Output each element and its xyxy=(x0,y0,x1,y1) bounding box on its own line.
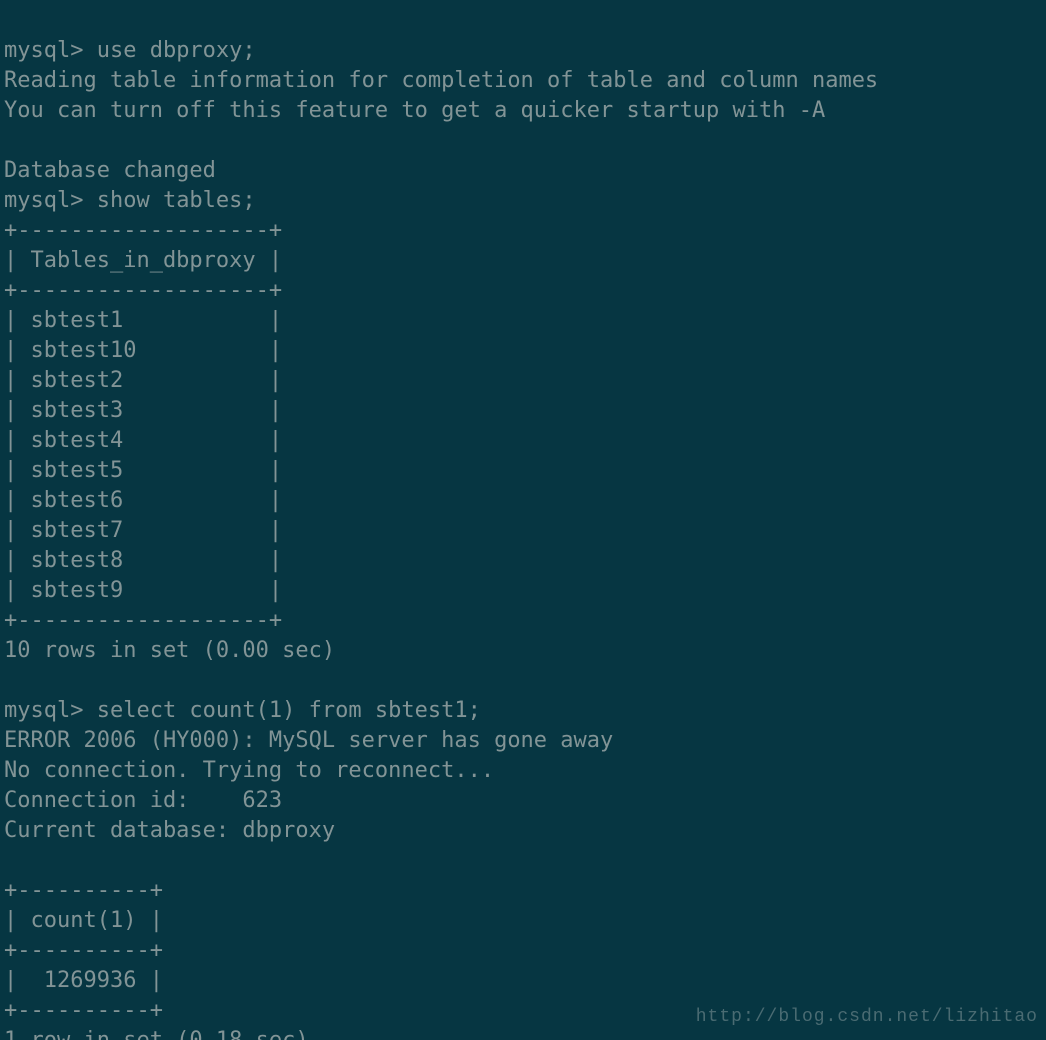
table-row: | sbtest7 | xyxy=(4,518,282,543)
tables-border-bottom: +-------------------+ xyxy=(4,608,282,633)
table-row: | sbtest1 | xyxy=(4,308,282,333)
terminal-output: mysql> use dbproxy; Reading table inform… xyxy=(0,0,1046,1040)
count-border-mid: +----------+ xyxy=(4,938,163,963)
command-show-tables: show tables; xyxy=(97,188,256,213)
prompt: mysql> xyxy=(4,698,97,723)
table-row: | sbtest10 | xyxy=(4,338,282,363)
msg-no-connection: No connection. Trying to reconnect... xyxy=(4,758,494,783)
tables-border-mid: +-------------------+ xyxy=(4,278,282,303)
table-row: | sbtest4 | xyxy=(4,428,282,453)
table-row: | sbtest3 | xyxy=(4,398,282,423)
count-header-row: | count(1) | xyxy=(4,908,163,933)
table-row: | sbtest6 | xyxy=(4,488,282,513)
error-2006: ERROR 2006 (HY000): MySQL server has gon… xyxy=(4,728,613,753)
watermark-text: http://blog.csdn.net/lizhitao xyxy=(696,1002,1038,1032)
command-select-count: select count(1) from sbtest1; xyxy=(97,698,481,723)
command-use-dbproxy: use dbproxy; xyxy=(97,38,256,63)
msg-reading-table-info: Reading table information for completion… xyxy=(4,68,878,93)
msg-database-changed: Database changed xyxy=(4,158,216,183)
count-border-top: +----------+ xyxy=(4,878,163,903)
count-border-bottom: +----------+ xyxy=(4,998,163,1023)
tables-rows-summary: 10 rows in set (0.00 sec) xyxy=(4,638,335,663)
tables-header-row: | Tables_in_dbproxy | xyxy=(4,248,282,273)
count-value-row: | 1269936 | xyxy=(4,968,163,993)
prompt: mysql> xyxy=(4,188,97,213)
table-row: | sbtest5 | xyxy=(4,458,282,483)
table-row: | sbtest2 | xyxy=(4,368,282,393)
table-row: | sbtest8 | xyxy=(4,548,282,573)
connection-id: Connection id: 623 xyxy=(4,788,282,813)
current-database: Current database: dbproxy xyxy=(4,818,335,843)
count-rows-summary: 1 row in set (0.18 sec) xyxy=(4,1028,309,1040)
prompt: mysql> xyxy=(4,38,97,63)
table-row: | sbtest9 | xyxy=(4,578,282,603)
tables-border-top: +-------------------+ xyxy=(4,218,282,243)
msg-turn-off-feature: You can turn off this feature to get a q… xyxy=(4,98,825,123)
